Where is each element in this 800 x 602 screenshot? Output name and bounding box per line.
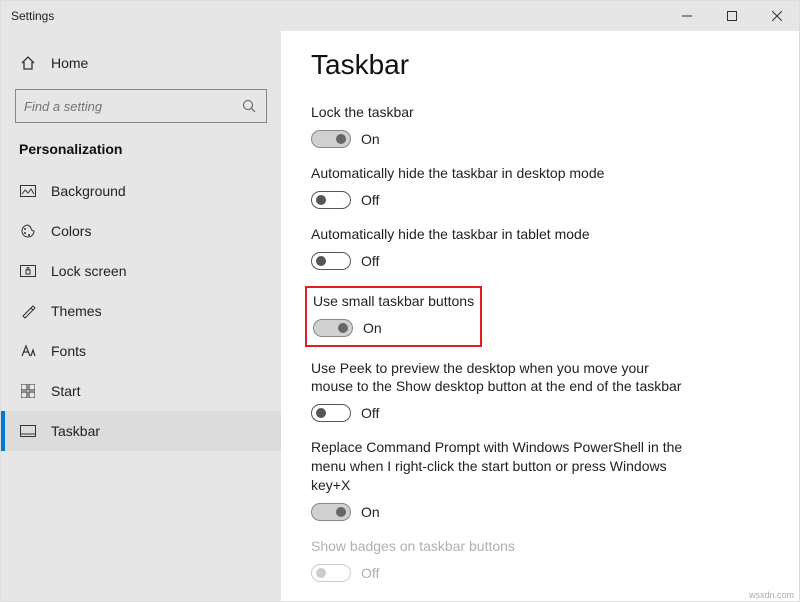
setting-label: Automatically hide the taskbar in deskto… <box>311 164 769 183</box>
setting-hide-desktop: Automatically hide the taskbar in deskto… <box>311 164 769 209</box>
toggle-state: On <box>363 320 382 336</box>
titlebar: Settings <box>1 1 799 31</box>
attribution: wsxdn.com <box>749 590 794 600</box>
settings-window: Settings Home Personalization <box>0 0 800 602</box>
sidebar-item-label: Start <box>51 383 81 399</box>
maximize-button[interactable] <box>709 1 754 31</box>
close-button[interactable] <box>754 1 799 31</box>
background-icon <box>19 182 37 200</box>
toggle-state: On <box>361 131 380 147</box>
toggle-lock-taskbar[interactable] <box>311 130 351 148</box>
page-title: Taskbar <box>311 49 769 81</box>
search-input[interactable] <box>24 99 240 114</box>
toggle-state: Off <box>361 565 379 581</box>
setting-label: Use Peek to preview the desktop when you… <box>311 359 691 397</box>
category-label: Personalization <box>1 133 281 171</box>
sidebar-item-label: Background <box>51 183 126 199</box>
setting-label: Taskbar location on screen <box>311 598 769 601</box>
toggle-badges <box>311 564 351 582</box>
toggle-state: Off <box>361 405 379 421</box>
setting-label: Show badges on taskbar buttons <box>311 537 769 556</box>
toggle-state: Off <box>361 253 379 269</box>
toggle-state: Off <box>361 192 379 208</box>
toggle-small-buttons[interactable] <box>313 319 353 337</box>
sidebar-item-label: Themes <box>51 303 102 319</box>
sidebar-item-themes[interactable]: Themes <box>1 291 281 331</box>
toggle-peek[interactable] <box>311 404 351 422</box>
window-controls <box>664 1 799 31</box>
sidebar-item-fonts[interactable]: Fonts <box>1 331 281 371</box>
setting-label: Automatically hide the taskbar in tablet… <box>311 225 769 244</box>
content-pane: Taskbar Lock the taskbar On Automaticall… <box>281 31 799 601</box>
setting-label: Replace Command Prompt with Windows Powe… <box>311 438 691 495</box>
sidebar-item-label: Lock screen <box>51 263 126 279</box>
window-title: Settings <box>11 9 54 23</box>
setting-peek: Use Peek to preview the desktop when you… <box>311 359 769 423</box>
search-icon <box>240 97 258 115</box>
sidebar-item-start[interactable]: Start <box>1 371 281 411</box>
themes-icon <box>19 302 37 320</box>
start-icon <box>19 382 37 400</box>
sidebar-item-label: Fonts <box>51 343 86 359</box>
lock-icon <box>19 262 37 280</box>
search-container <box>1 89 281 123</box>
sidebar-item-background[interactable]: Background <box>1 171 281 211</box>
sidebar-item-label: Colors <box>51 223 91 239</box>
setting-lock-taskbar: Lock the taskbar On <box>311 103 769 148</box>
toggle-hide-tablet[interactable] <box>311 252 351 270</box>
minimize-button[interactable] <box>664 1 709 31</box>
setting-taskbar-location: Taskbar location on screen Bottom <box>311 598 769 601</box>
sidebar-item-lockscreen[interactable]: Lock screen <box>1 251 281 291</box>
home-nav[interactable]: Home <box>1 43 281 83</box>
window-body: Home Personalization Background Colors <box>1 31 799 601</box>
setting-label: Use small taskbar buttons <box>313 292 474 311</box>
sidebar-item-label: Taskbar <box>51 423 100 439</box>
sidebar: Home Personalization Background Colors <box>1 31 281 601</box>
toggle-powershell[interactable] <box>311 503 351 521</box>
toggle-hide-desktop[interactable] <box>311 191 351 209</box>
toggle-state: On <box>361 504 380 520</box>
sidebar-item-taskbar[interactable]: Taskbar <box>1 411 281 451</box>
fonts-icon <box>19 342 37 360</box>
sidebar-item-colors[interactable]: Colors <box>1 211 281 251</box>
search-box[interactable] <box>15 89 267 123</box>
home-icon <box>19 54 37 72</box>
highlight-small-buttons: Use small taskbar buttons On <box>305 286 482 347</box>
home-label: Home <box>51 55 88 71</box>
nav-list: Background Colors Lock screen Themes Fon… <box>1 171 281 451</box>
taskbar-icon <box>19 422 37 440</box>
colors-icon <box>19 222 37 240</box>
setting-hide-tablet: Automatically hide the taskbar in tablet… <box>311 225 769 270</box>
setting-badges: Show badges on taskbar buttons Off <box>311 537 769 582</box>
setting-powershell: Replace Command Prompt with Windows Powe… <box>311 438 769 521</box>
setting-label: Lock the taskbar <box>311 103 769 122</box>
